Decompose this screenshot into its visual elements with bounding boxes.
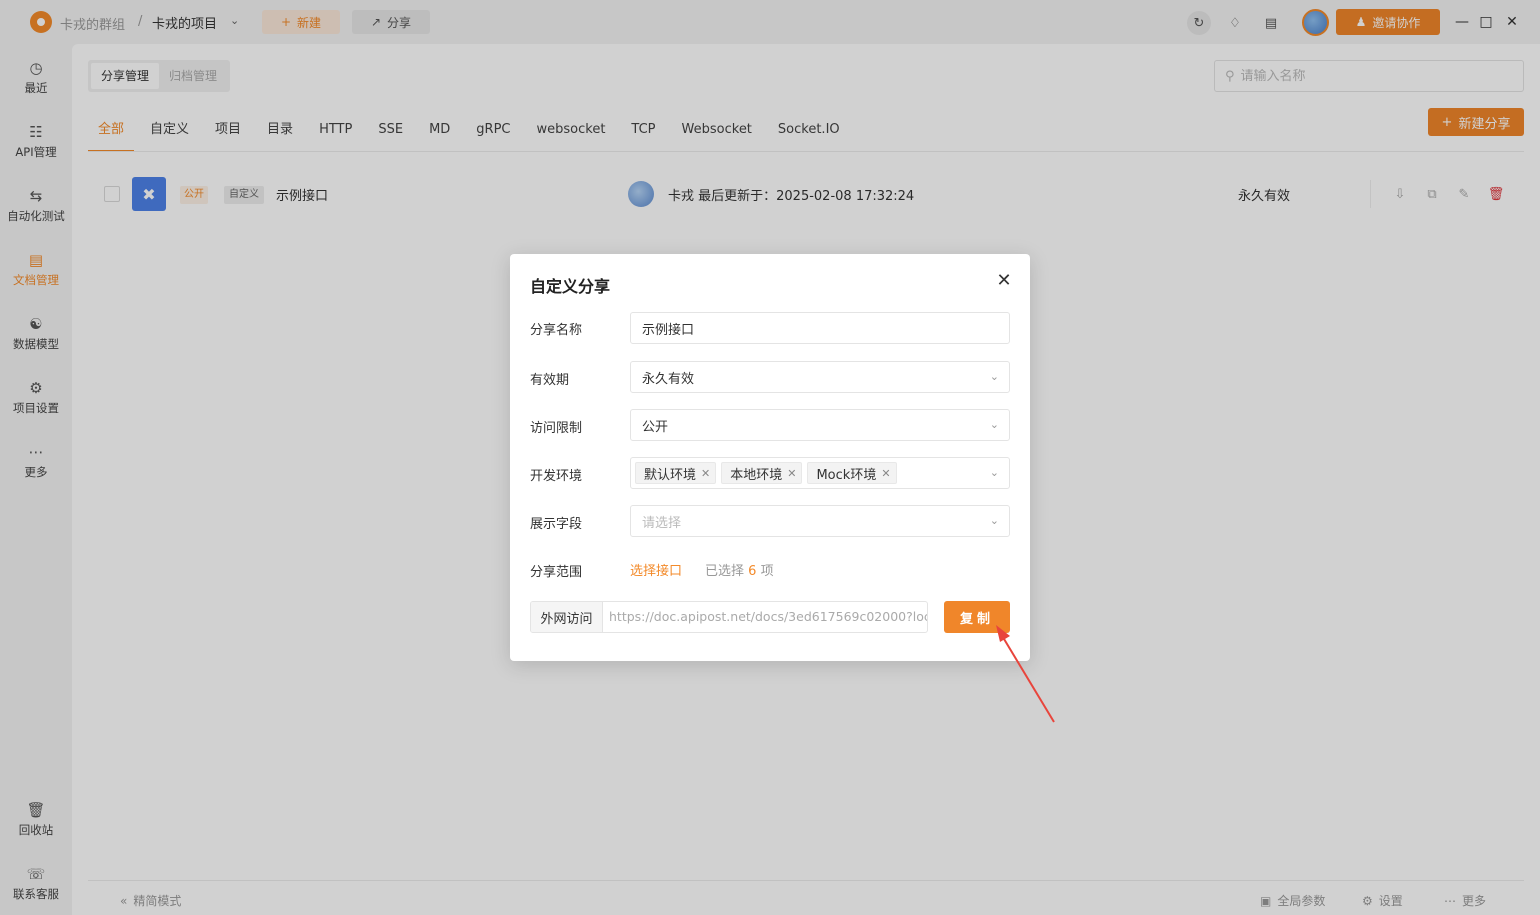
selected-number: 6 <box>748 564 757 579</box>
select-api-link[interactable]: 选择接口 <box>630 560 682 579</box>
chevron-down-icon: ⌄ <box>989 514 999 527</box>
remove-icon[interactable]: ✕ <box>701 467 710 480</box>
validity-label: 有效期 <box>530 373 570 388</box>
validity-select[interactable]: 永久有效 ⌄ <box>630 361 1010 393</box>
share-url[interactable]: https://doc.apipost.net/docs/3ed617569c0… <box>603 602 927 632</box>
dialog-title: 自定义分享 <box>530 277 611 296</box>
copy-button[interactable]: 复制 <box>944 601 1010 633</box>
env-chip: 默认环境 ✕ <box>635 462 717 484</box>
selected-suffix: 项 <box>760 564 774 579</box>
access-label: 访问限制 <box>530 421 583 436</box>
share-name-value: 示例接口 <box>642 322 695 338</box>
fields-select[interactable]: 请选择 ⌄ <box>630 505 1010 537</box>
chevron-down-icon: ⌄ <box>989 370 999 383</box>
env-chip-label: Mock环境 <box>816 467 877 483</box>
env-chip-label: 默认环境 <box>644 467 697 483</box>
chevron-down-icon: ⌄ <box>989 466 999 479</box>
fields-placeholder: 请选择 <box>642 515 682 531</box>
url-prefix-label: 外网访问 <box>531 602 603 632</box>
scope-label: 分享范围 <box>530 565 583 580</box>
env-label: 开发环境 <box>530 469 583 484</box>
env-multiselect[interactable]: 默认环境 ✕ 本地环境 ✕ Mock环境 ✕ ⌄ <box>630 457 1010 489</box>
fields-label: 展示字段 <box>530 517 583 532</box>
remove-icon[interactable]: ✕ <box>881 467 890 480</box>
env-chip: Mock环境 ✕ <box>807 462 897 484</box>
validity-value: 永久有效 <box>642 371 695 387</box>
url-field[interactable]: 外网访问 https://doc.apipost.net/docs/3ed617… <box>530 601 928 633</box>
env-chip: 本地环境 ✕ <box>721 462 803 484</box>
selected-prefix: 已选择 <box>705 564 745 579</box>
close-icon[interactable]: ✕ <box>994 270 1014 291</box>
selected-count: 已选择 6 项 <box>705 560 774 579</box>
chevron-down-icon: ⌄ <box>989 418 999 431</box>
share-name-label: 分享名称 <box>530 323 583 338</box>
share-name-field[interactable]: 示例接口 <box>630 312 1010 344</box>
remove-icon[interactable]: ✕ <box>787 467 796 480</box>
env-chip-label: 本地环境 <box>730 467 783 483</box>
access-value: 公开 <box>642 419 669 435</box>
custom-share-dialog: 自定义分享 ✕ 分享名称 示例接口 有效期 永久有效 ⌄ 访问限制 公开 ⌄ 开… <box>510 254 1030 661</box>
access-select[interactable]: 公开 ⌄ <box>630 409 1010 441</box>
